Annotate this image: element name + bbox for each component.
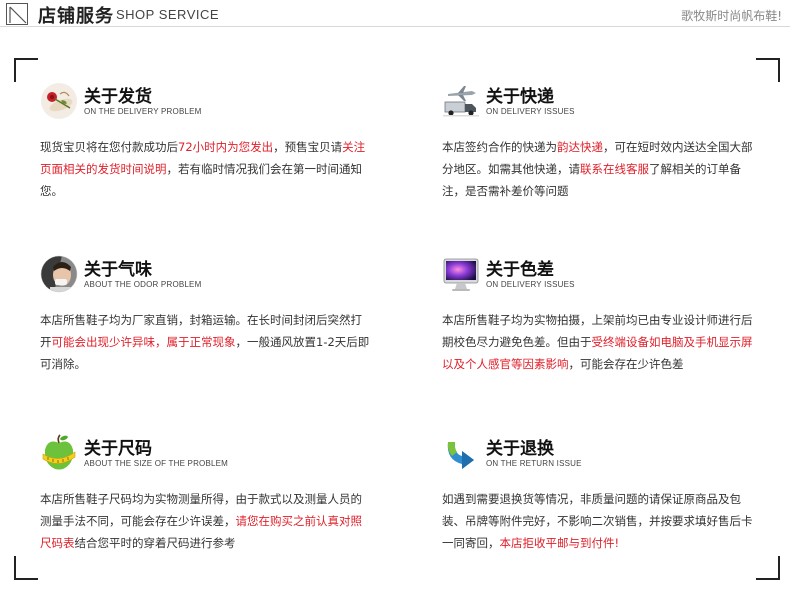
page-title-en: SHOP SERVICE — [116, 7, 220, 22]
body-text: ，预售宝贝请 — [273, 140, 343, 154]
corner-bottom-left — [14, 556, 38, 580]
section-subtitle: ON THE DELIVERY PROBLEM — [84, 107, 202, 116]
corner-bottom-right — [756, 556, 780, 580]
computer-monitor-icon — [442, 255, 480, 293]
highlight-text: 韵达快递 — [557, 140, 603, 154]
section-body: 本店所售鞋子尺码均为实物测量所得，由于款式以及测量人员的测量手法不同，可能会存在… — [40, 488, 370, 554]
apple-tape-measure-icon — [40, 434, 78, 472]
section-subtitle: ON DELIVERY ISSUES — [486, 107, 575, 116]
logo-icon — [6, 3, 28, 25]
highlight-text: 本店拒收平邮与到付件! — [499, 536, 620, 550]
delivery-plane-truck-icon — [442, 82, 480, 120]
brand-slogan: 歌牧斯时尚帆布鞋! — [681, 9, 782, 23]
highlight-text: 可能会出现少许异味，属于正常现象 — [51, 335, 236, 349]
section-body: 本店所售鞋子均为实物拍摄，上架前均已由专业设计师进行后期校色尽力避免色差。但由于… — [442, 309, 758, 375]
person-smell-icon — [40, 255, 78, 293]
section-subtitle: ON DELIVERY ISSUES — [486, 280, 575, 289]
corner-top-left — [14, 58, 38, 82]
corner-top-right — [756, 58, 780, 82]
section-subtitle: ABOUT THE SIZE OF THE PROBLEM — [84, 459, 229, 468]
header-divider — [0, 26, 790, 27]
body-text: ，可能会存在少许色差 — [568, 357, 684, 371]
body-text: 本店签约合作的快递为 — [442, 140, 557, 154]
section-title: 关于气味 — [84, 260, 152, 280]
section-title: 关于尺码 — [84, 439, 152, 459]
section-title: 关于退换 — [486, 439, 554, 459]
section-title: 关于色差 — [486, 260, 554, 280]
page-title: 店铺服务 — [38, 6, 114, 27]
section-body: 如遇到需要退换货等情况，非质量问题的请保证原商品及包装、吊牌等附件完好，不影响二… — [442, 488, 758, 554]
page-header: 店铺服务 SHOP SERVICE 歌牧斯时尚帆布鞋! — [0, 0, 790, 30]
return-arrow-icon — [442, 434, 480, 472]
section-subtitle: ABOUT THE ODOR PROBLEM — [84, 280, 202, 289]
highlight-text: 72小时内为您发出 — [178, 140, 274, 154]
body-text: 结合您平时的穿着尺码进行参考 — [74, 536, 236, 550]
section-title: 关于发货 — [84, 87, 152, 107]
section-subtitle: ON THE RETURN ISSUE — [486, 459, 582, 468]
highlight-text: 联系在线客服 — [580, 162, 649, 176]
section-body: 本店所售鞋子均为厂家直销，封箱运输。在长时间封闭后突然打开可能会出现少许异味，属… — [40, 309, 370, 375]
section-body: 现货宝贝将在您付款成功后72小时内为您发出，预售宝贝请关注页面相关的发货时间说明… — [40, 136, 370, 202]
gift-rose-icon — [40, 82, 78, 120]
body-text: 现货宝贝将在您付款成功后 — [40, 140, 178, 154]
section-body: 本店签约合作的快递为韵达快递，可在短时效内送达全国大部分地区。如需其他快递，请联… — [442, 136, 758, 202]
section-title: 关于快递 — [486, 87, 554, 107]
